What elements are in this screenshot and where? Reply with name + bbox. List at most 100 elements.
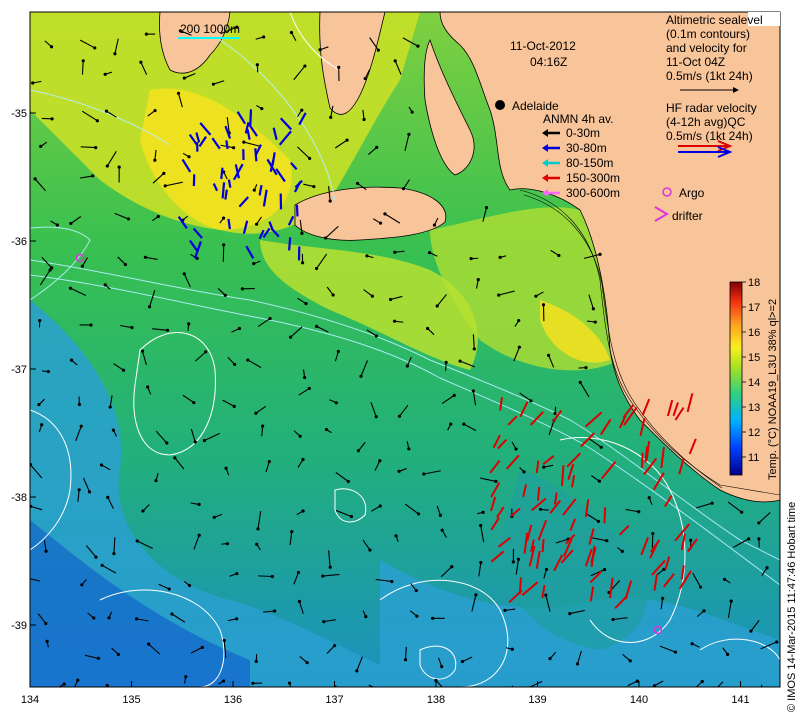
velocity-arrow-head (184, 675, 188, 679)
legend-anmn-label: 150-300m (566, 171, 620, 185)
velocity-arrow-head (303, 64, 307, 68)
velocity-arrow-head (91, 174, 95, 178)
anmn-arrow (249, 109, 253, 126)
velocity-arrow-head (182, 272, 186, 276)
velocity-arrow-head (139, 60, 143, 64)
velocity-arrow-head (223, 293, 227, 297)
velocity-arrow-head (548, 656, 552, 661)
velocity-arrow-head (106, 495, 110, 500)
velocity-arrow-head (529, 399, 533, 403)
velocity-arrow-head (174, 692, 177, 695)
velocity-arrow-head (479, 523, 483, 528)
velocity-arrow-head (242, 140, 246, 144)
velocity-arrow-head (544, 593, 548, 597)
velocity-arrow-head (544, 567, 549, 572)
velocity-arrow-head (153, 108, 157, 113)
radar-arrow (603, 507, 607, 524)
velocity-arrow-head (104, 109, 109, 113)
anmn-arrow (227, 218, 232, 230)
velocity-arrow-head (146, 385, 150, 389)
radar-arrow (641, 452, 644, 468)
velocity-arrow-head (144, 32, 148, 36)
velocity-arrow-head (315, 324, 319, 328)
velocity-arrow-head (407, 447, 411, 451)
velocity-arrow-head (261, 424, 265, 428)
velocity-arrow-head (519, 692, 522, 695)
velocity-arrow-head (321, 574, 325, 578)
velocity-arrow-head (388, 297, 393, 302)
velocity-arrow-head (729, 599, 733, 603)
velocity-arrow-head (407, 132, 411, 136)
velocity-arrow-head (514, 447, 518, 451)
velocity-arrow-head (673, 650, 678, 654)
velocity-arrow-head (510, 647, 514, 651)
colorbar-tick-label: 18 (748, 277, 760, 289)
velocity-arrow-head (378, 459, 382, 463)
velocity-arrow-head (89, 323, 93, 327)
velocity-arrow-head (511, 560, 515, 564)
velocity-arrow-head (337, 65, 341, 69)
x-tick-label: 134 (21, 694, 39, 706)
velocity-arrow-head (135, 617, 139, 621)
velocity-arrow-head (328, 199, 332, 203)
velocity-arrow-head (252, 262, 256, 266)
velocity-arrow-head (365, 254, 369, 258)
velocity-arrow-head (710, 501, 714, 505)
velocity-arrow-head (765, 566, 769, 570)
velocity-arrow-head (46, 369, 50, 374)
velocity-arrow-head (113, 52, 117, 56)
y-tick-label: -38 (11, 492, 27, 504)
velocity-arrow-head (221, 216, 226, 220)
velocity-arrow-head (81, 59, 85, 63)
velocity-arrow-head (76, 678, 80, 682)
velocity-arrow-head (757, 537, 761, 541)
velocity-arrow-head (452, 393, 456, 397)
velocity-arrow-head (380, 689, 383, 692)
velocity-arrow-head (212, 515, 216, 519)
legend-drifter-label: drifter (672, 209, 703, 223)
velocity-arrow-head (414, 588, 418, 593)
radar-arrow (536, 486, 541, 501)
velocity-arrow-head (333, 643, 337, 648)
velocity-arrow-head (661, 596, 665, 600)
velocity-arrow-head (651, 531, 655, 536)
colorbar-tick-label: 12 (748, 427, 760, 439)
velocity-arrow-head (375, 145, 379, 149)
velocity-arrow-head (312, 184, 316, 189)
velocity-arrow-head (105, 164, 109, 168)
velocity-arrow-head (568, 611, 572, 616)
velocity-arrow-head (156, 214, 160, 219)
velocity-arrow-head (231, 146, 236, 150)
anmn-arrow (224, 189, 228, 200)
adelaide-marker (495, 100, 505, 110)
legend-radar-line: 0.5m/s (1kt 24h) (666, 129, 753, 143)
velocity-arrow-head (103, 283, 107, 287)
velocity-arrow-head (40, 423, 44, 427)
velocity-arrow-head (233, 362, 237, 367)
velocity-arrow-head (698, 585, 703, 589)
velocity-arrow-head (578, 380, 582, 384)
velocity-arrow-head (334, 401, 338, 405)
velocity-arrow-head (747, 537, 751, 541)
velocity-arrow-head (197, 502, 201, 507)
velocity-arrow-head (154, 478, 158, 483)
velocity-arrow-head (498, 255, 502, 259)
colorbar-tick-label: 11 (748, 452, 759, 464)
velocity-arrow-head (596, 519, 601, 523)
velocity-arrow (404, 646, 407, 660)
velocity-arrow-head (224, 466, 228, 470)
velocity-arrow-head (598, 252, 602, 256)
velocity-arrow-head (700, 679, 704, 684)
velocity-arrow-head (116, 652, 120, 656)
velocity-arrow-head (254, 411, 258, 415)
velocity-arrow-head (126, 217, 131, 221)
velocity-arrow-head (435, 304, 439, 308)
velocity-arrow-head (689, 538, 693, 542)
velocity-arrow-head (162, 171, 166, 175)
y-tick-label: -39 (11, 620, 27, 632)
velocity-arrow-head (225, 542, 230, 546)
velocity-arrow-head (432, 223, 437, 227)
velocity-arrow-head (328, 565, 332, 569)
time-label: 04:16Z (530, 55, 567, 69)
anmn-arrow (288, 237, 292, 251)
